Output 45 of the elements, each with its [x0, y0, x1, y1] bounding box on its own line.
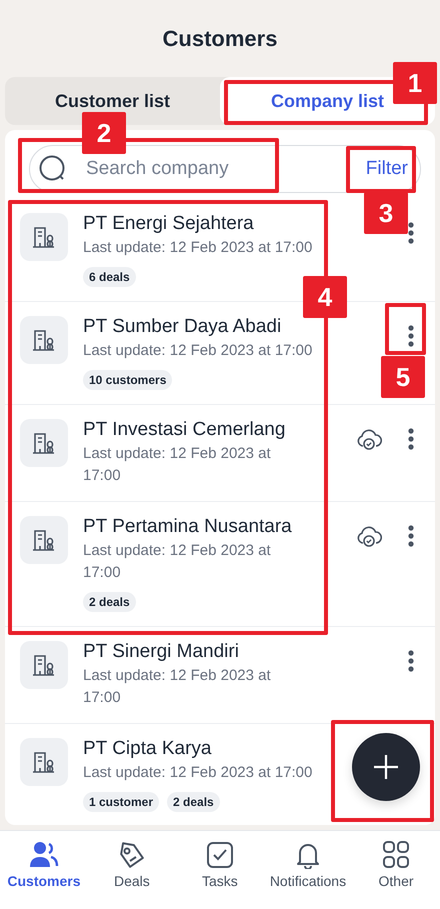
count-tag: 1 customer [83, 792, 160, 812]
filter-link[interactable]: Filter [366, 158, 408, 180]
count-tag: 10 customers [83, 370, 172, 390]
highlight-frame [385, 303, 426, 355]
building-icon [20, 316, 68, 364]
people-icon [28, 841, 59, 869]
nav-tab[interactable]: Deals [88, 831, 176, 909]
building-icon [20, 213, 68, 261]
count-tag: 6 deals [83, 267, 136, 287]
count-tag: 2 deals [167, 792, 220, 812]
company-name: PT Cipta Karya [83, 738, 212, 760]
building-icon [20, 641, 68, 689]
building-icon [20, 738, 68, 786]
step-number: 3 [364, 192, 408, 234]
building-icon [20, 516, 68, 564]
search-field[interactable]: Search company Filter [29, 145, 421, 193]
more-icon[interactable] [407, 221, 415, 245]
page-title: Customers [162, 25, 278, 50]
more-icon[interactable] [407, 649, 415, 673]
last-update: Last update: 12 Feb 2023 at 17:00 [83, 541, 272, 583]
grid-icon [381, 841, 412, 869]
more-icon[interactable] [407, 524, 415, 548]
plus-icon [372, 753, 400, 781]
company-name: PT Sumber Daya Abadi [83, 316, 282, 338]
company-name: PT Investasi Cemerlang [83, 419, 286, 441]
step-number: 5 [381, 356, 425, 398]
company-name: PT Energi Sejahtera [83, 213, 255, 235]
company-name: PT Sinergi Mandiri [83, 641, 240, 663]
step-number: 4 [303, 276, 347, 318]
nav-tab[interactable]: Other [352, 831, 440, 909]
nav-tab[interactable]: Notifications [264, 831, 352, 909]
building-icon [20, 419, 68, 467]
step-number: 1 [393, 62, 437, 104]
count-tag: 2 deals [83, 592, 136, 612]
last-update: Last update: 12 Feb 2023 at 17:00 [83, 238, 314, 258]
nav-tab[interactable]: Customers [0, 831, 88, 909]
checkbox-icon [204, 841, 235, 869]
last-update: Last update: 12 Feb 2023 at 17:00 [83, 444, 272, 486]
more-icon[interactable] [407, 427, 415, 451]
last-update: Last update: 12 Feb 2023 at 17:00 [83, 763, 314, 783]
last-update: Last update: 12 Feb 2023 at 17:00 [83, 666, 272, 708]
step-number: 2 [82, 112, 126, 154]
nav-tab[interactable]: Tasks [176, 831, 264, 909]
more-icon[interactable] [407, 324, 415, 348]
last-update: Last update: 12 Feb 2023 at 17:00 [83, 341, 314, 361]
